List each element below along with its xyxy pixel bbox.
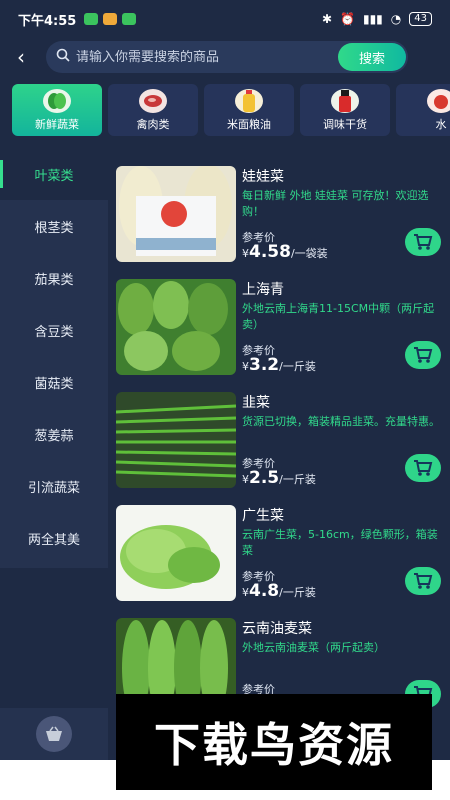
status-bar: 下午4:55 ✱ ⏰ ▮▮▮ ◔ 43 [0, 0, 450, 38]
subcategory-solanaceous[interactable]: 茄果类 [0, 252, 108, 304]
cart-bar [0, 708, 108, 760]
product-description: 外地云南油麦菜（两斤起卖） [242, 641, 385, 654]
product-image [116, 392, 236, 488]
product-description: 云南广生菜，5-16cm，绿色颗形，箱装菜 [242, 528, 438, 557]
product-name: 云南油麦菜 [242, 621, 312, 637]
cart-icon [414, 234, 433, 250]
notes-icon [103, 13, 118, 25]
category-label: 新鲜蔬菜 [35, 117, 79, 131]
price-value: 3.2 [249, 355, 280, 375]
cart-icon [414, 573, 433, 589]
subcategory-root[interactable]: 根茎类 [0, 200, 108, 252]
category-label: 禽肉类 [136, 117, 170, 131]
product-info: 云南油麦菜 外地云南油麦菜（两斤起卖） [242, 614, 442, 656]
watermark-banner: 下载鸟资源 [116, 694, 432, 790]
vegetable-icon [43, 88, 71, 113]
oil-icon [235, 88, 263, 113]
product-price: ¥2.5/一斤装 [242, 468, 316, 488]
phone-icon [122, 13, 137, 25]
cart-icon [414, 460, 433, 476]
category-fresh-vegetables[interactable]: 新鲜蔬菜 [12, 84, 102, 136]
product-image [116, 166, 236, 262]
category-seasoning[interactable]: 调味干货 [300, 84, 390, 136]
category-bar: 新鲜蔬菜 禽肉类 米面粮油 调味干货 水 [12, 84, 450, 138]
subcategory-leafy[interactable]: 叶菜类 [0, 148, 108, 200]
battery-icon: 43 [409, 12, 432, 26]
wechat-icon [84, 13, 99, 25]
search-input[interactable] [76, 49, 296, 65]
product-item[interactable]: 广生菜 云南广生菜，5-16cm，绿色颗形，箱装菜 参考价 ¥4.8/一斤装 [116, 501, 450, 614]
search-row: ‹ 搜索 [0, 40, 450, 74]
cart-icon [414, 347, 433, 363]
price-unit: /一袋装 [290, 247, 328, 260]
basket-icon[interactable] [36, 716, 72, 752]
back-icon[interactable]: ‹ [0, 45, 42, 69]
signal-icon: ▮▮▮ [362, 12, 383, 26]
category-label: 米面粮油 [227, 117, 271, 131]
product-info: 上海青 外地云南上海青11-15CM中颗（两斤起卖） [242, 275, 442, 333]
category-fruit[interactable]: 水 [396, 84, 450, 136]
fruit-icon [427, 88, 450, 113]
product-price: ¥4.58/一袋装 [242, 242, 328, 262]
subcategory-sidebar: 叶菜类 根茎类 茄果类 含豆类 菌菇类 葱姜蒜 引流蔬菜 两全其美 [0, 148, 108, 568]
category-meat[interactable]: 禽肉类 [108, 84, 198, 136]
product-name: 广生菜 [242, 508, 284, 524]
price-unit: /一斤装 [279, 473, 316, 486]
category-label: 调味干货 [323, 117, 367, 131]
subcategory-mushroom[interactable]: 菌菇类 [0, 356, 108, 408]
meat-icon [139, 88, 167, 113]
price-value: 4.58 [249, 242, 291, 262]
subcategory-both[interactable]: 两全其美 [0, 512, 108, 564]
product-name: 上海青 [242, 282, 284, 298]
currency-symbol: ¥ [242, 360, 249, 373]
seasoning-icon [331, 88, 359, 113]
product-image [116, 279, 236, 375]
bluetooth-icon: ✱ [321, 12, 333, 26]
product-description: 外地云南上海青11-15CM中颗（两斤起卖） [242, 302, 435, 331]
add-to-cart-button[interactable] [405, 341, 441, 369]
currency-symbol: ¥ [242, 586, 249, 599]
product-description: 每日新鲜 外地 娃娃菜 可存放！欢迎选购！ [242, 189, 429, 218]
search-box[interactable]: 搜索 [46, 41, 408, 73]
wifi-icon: ◔ [390, 12, 402, 26]
subcategory-onion-ginger-garlic[interactable]: 葱姜蒜 [0, 408, 108, 460]
price-unit: /一斤装 [279, 360, 316, 373]
product-price: ¥3.2/一斤装 [242, 355, 316, 375]
alarm-icon: ⏰ [340, 12, 355, 26]
product-item[interactable]: 娃娃菜 每日新鲜 外地 娃娃菜 可存放！欢迎选购！ 参考价 ¥4.58/一袋装 [116, 162, 450, 275]
status-time: 下午4:55 [18, 13, 77, 29]
product-item[interactable]: 韭菜 货源已切换，箱装精品韭菜。充量特惠。 参考价 ¥2.5/一斤装 [116, 388, 450, 501]
product-name: 娃娃菜 [242, 169, 284, 185]
currency-symbol: ¥ [242, 247, 249, 260]
subcategory-beans[interactable]: 含豆类 [0, 304, 108, 356]
price-unit: /一斤装 [279, 586, 316, 599]
product-description: 货源已切换，箱装精品韭菜。充量特惠。 [242, 415, 440, 428]
product-info: 娃娃菜 每日新鲜 外地 娃娃菜 可存放！欢迎选购！ [242, 162, 442, 220]
add-to-cart-button[interactable] [405, 567, 441, 595]
add-to-cart-button[interactable] [405, 228, 441, 256]
product-name: 韭菜 [242, 395, 270, 411]
product-item[interactable]: 上海青 外地云南上海青11-15CM中颗（两斤起卖） 参考价 ¥3.2/一斤装 [116, 275, 450, 388]
product-image [116, 505, 236, 601]
subcategory-promo-vegetables[interactable]: 引流蔬菜 [0, 460, 108, 512]
category-grain-oil[interactable]: 米面粮油 [204, 84, 294, 136]
category-label: 水 [435, 117, 447, 131]
search-icon [56, 48, 70, 66]
status-icons: ✱ ⏰ ▮▮▮ ◔ 43 [322, 12, 432, 26]
product-price: ¥4.8/一斤装 [242, 581, 316, 601]
price-value: 2.5 [249, 468, 280, 488]
product-list: 娃娃菜 每日新鲜 外地 娃娃菜 可存放！欢迎选购！ 参考价 ¥4.58/一袋装 [116, 162, 450, 727]
add-to-cart-button[interactable] [405, 454, 441, 482]
app-screen: 下午4:55 ✱ ⏰ ▮▮▮ ◔ 43 ‹ 搜索 新鲜蔬菜 [0, 0, 450, 760]
search-button[interactable]: 搜索 [338, 43, 406, 71]
product-info: 广生菜 云南广生菜，5-16cm，绿色颗形，箱装菜 [242, 501, 442, 559]
price-value: 4.8 [249, 581, 280, 601]
currency-symbol: ¥ [242, 473, 249, 486]
product-info: 韭菜 货源已切换，箱装精品韭菜。充量特惠。 [242, 388, 442, 430]
